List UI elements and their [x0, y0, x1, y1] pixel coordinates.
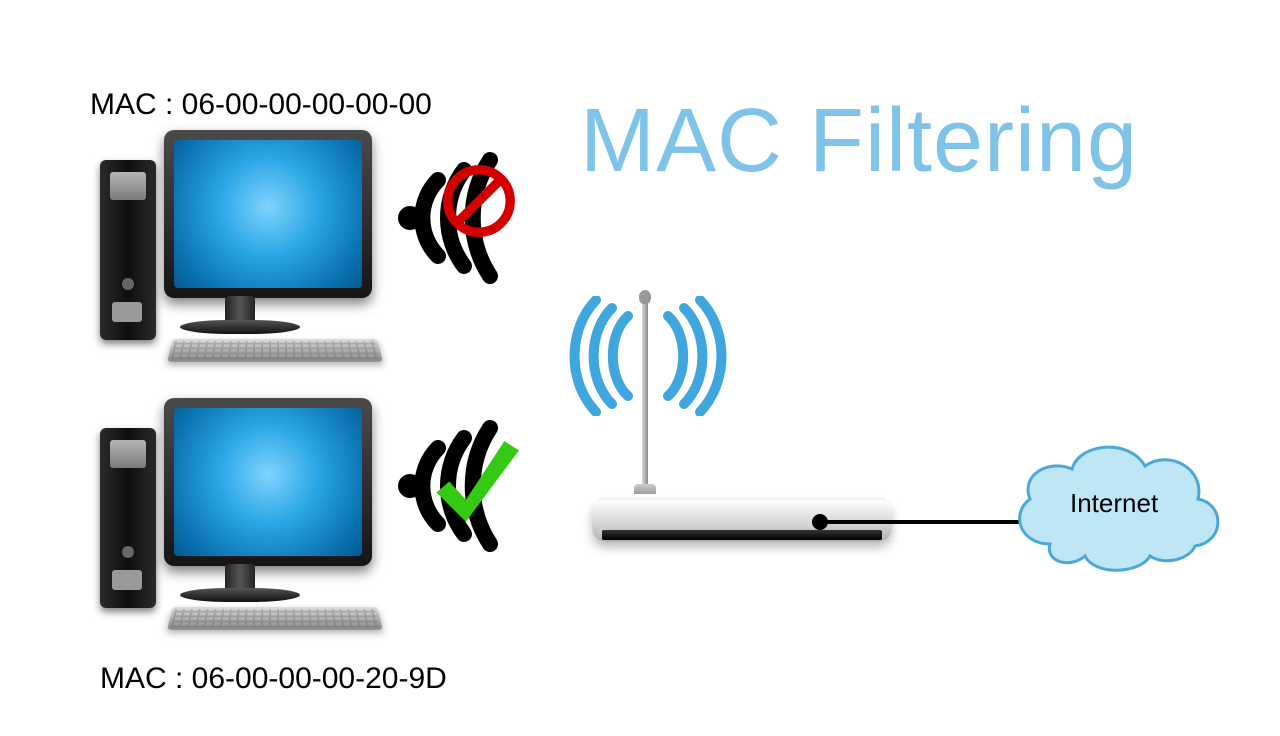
router-icon: [592, 480, 892, 550]
wifi-broadcast-icon: [568, 296, 728, 416]
computer-allowed: [100, 398, 380, 628]
internet-label: Internet: [1070, 488, 1158, 519]
monitor-icon: [164, 398, 372, 566]
diagram-title: MAC Filtering: [580, 90, 1138, 193]
prohibited-icon: [440, 162, 518, 240]
pc-tower-icon: [100, 160, 156, 340]
mac-address-allowed: MAC : 06-00-00-00-20-9D: [100, 662, 447, 696]
pc-tower-icon: [100, 428, 156, 608]
checkmark-icon: [420, 432, 530, 542]
monitor-icon: [164, 130, 372, 298]
monitor-base: [180, 588, 300, 602]
monitor-base: [180, 320, 300, 334]
mac-address-blocked: MAC : 06-00-00-00-00-00: [90, 88, 432, 122]
keyboard-icon: [167, 607, 383, 630]
computer-blocked: [100, 130, 380, 360]
keyboard-icon: [167, 339, 383, 362]
